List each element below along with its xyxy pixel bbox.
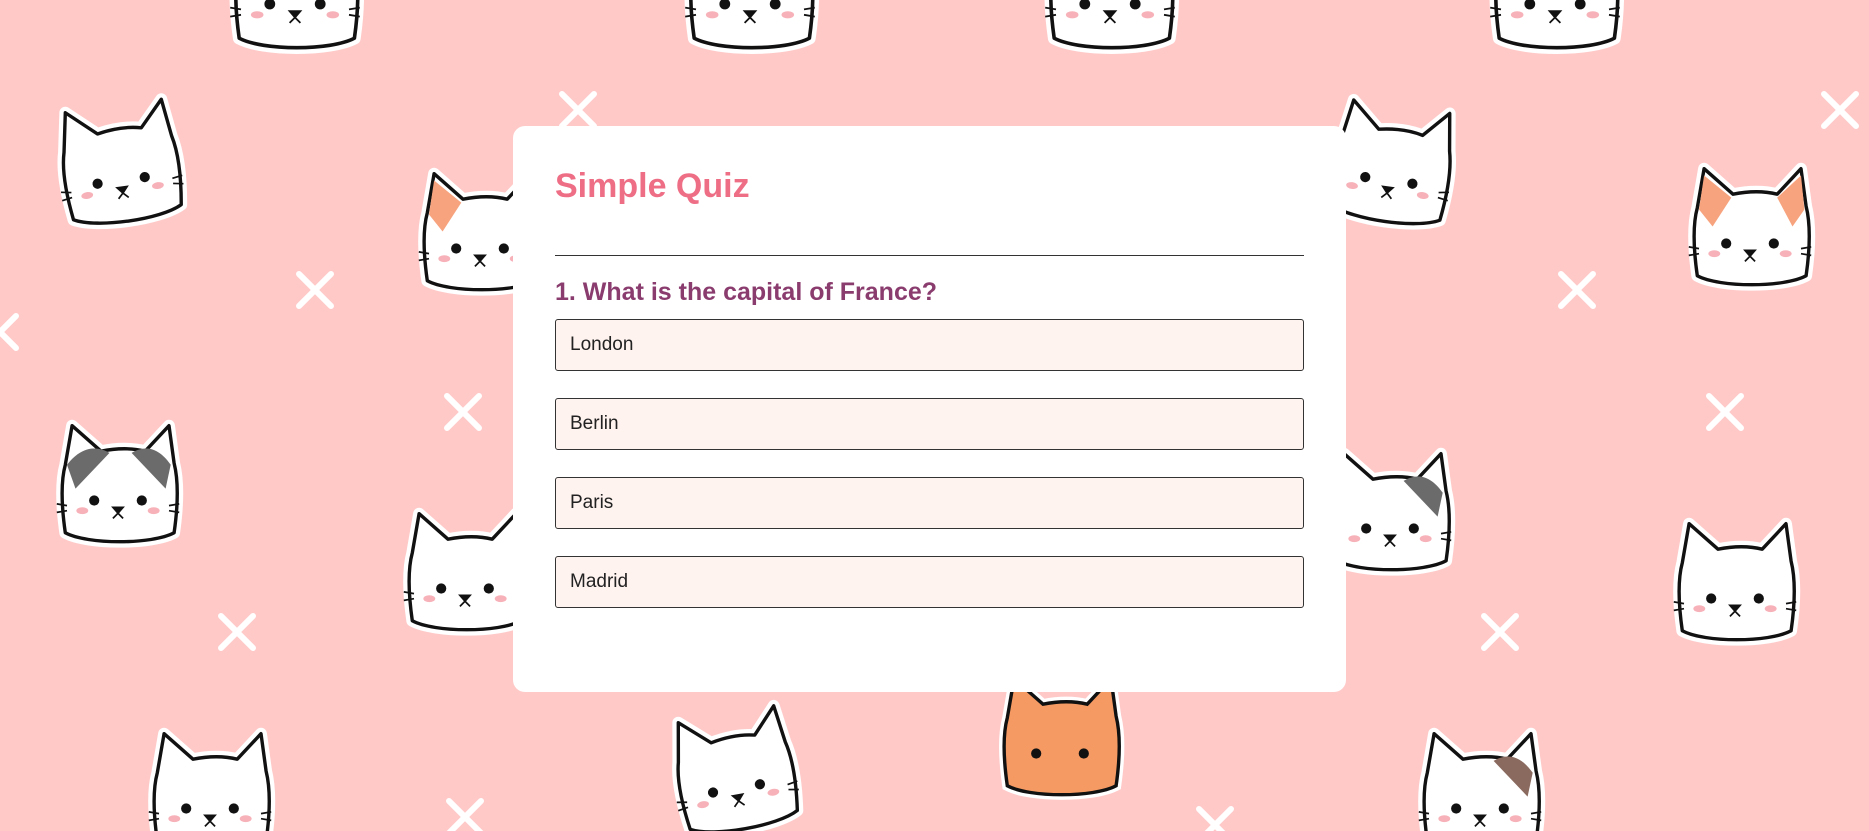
answer-option-berlin[interactable]: Berlin [555,398,1304,450]
quiz-card: Simple Quiz 1. What is the capital of Fr… [513,126,1346,692]
answer-options: London Berlin Paris Madrid [555,319,1304,635]
quiz-title: Simple Quiz [555,167,750,205]
answer-option-london[interactable]: London [555,319,1304,371]
title-divider [555,255,1304,256]
answer-option-paris[interactable]: Paris [555,477,1304,529]
answer-option-madrid[interactable]: Madrid [555,556,1304,608]
question-text: 1. What is the capital of France? [555,278,938,306]
